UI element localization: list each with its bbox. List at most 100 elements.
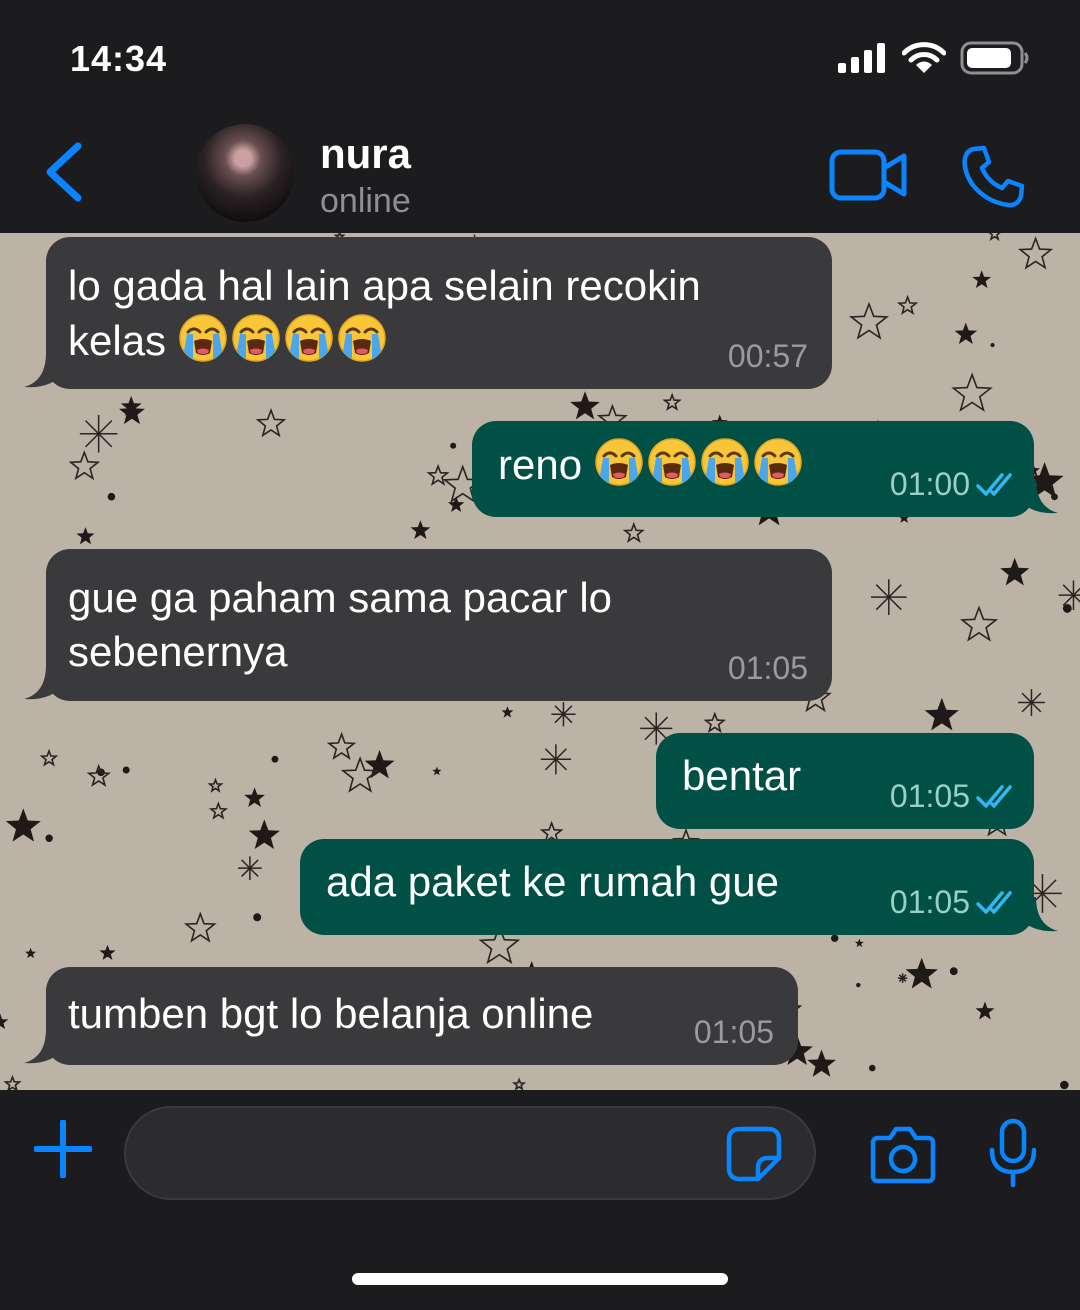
bubble-tail — [24, 353, 64, 388]
loudly-crying-face-emoji — [700, 438, 749, 486]
message-time: 01:05 — [693, 1014, 774, 1050]
wallpaper-star — [988, 233, 1001, 241]
message-text: ada paket ke rumah gue — [326, 858, 779, 905]
wallpaper-star — [954, 322, 978, 344]
wallpaper-star — [662, 392, 682, 411]
message-meta: 01:05 — [890, 778, 1020, 815]
wallpaper-star — [924, 697, 959, 731]
wallpaper-star — [570, 391, 600, 420]
wallpaper-star — [76, 527, 95, 545]
camera-icon[interactable] — [870, 1124, 936, 1184]
wallpaper-star — [68, 450, 101, 481]
message-text: gue ga paham sama pacar lo sebenernya — [68, 574, 613, 675]
wallpaper-star — [868, 1064, 876, 1072]
wallpaper-star — [990, 342, 995, 348]
wallpaper-star — [959, 605, 999, 642]
status-icons — [838, 40, 1030, 76]
bubble-tail — [1018, 897, 1058, 932]
message-bubble-outgoing[interactable]: reno 01:00 — [472, 421, 1058, 517]
double-check-icon — [976, 784, 1012, 808]
message-meta: 01:00 — [890, 466, 1020, 503]
video-call-icon[interactable] — [828, 146, 910, 204]
status-bar: 14:34 — [0, 0, 1080, 110]
contact-status: online — [320, 182, 411, 220]
wallpaper-star — [410, 520, 431, 539]
message-input[interactable] — [124, 1106, 816, 1200]
wallpaper-star — [364, 749, 395, 779]
wallpaper-star — [975, 1001, 995, 1020]
wallpaper-star — [208, 801, 229, 820]
battery-icon — [960, 41, 1029, 75]
loudly-crying-face-emoji — [594, 438, 643, 486]
message-bubble-incoming[interactable]: gue ga paham sama pacar lo sebenernya 01… — [24, 549, 832, 701]
phone-call-icon[interactable] — [960, 144, 1026, 210]
wallpaper-star — [99, 944, 116, 960]
message-time: 01:00 — [889, 466, 970, 502]
status-time: 14:34 — [70, 38, 168, 79]
wallpaper-star — [949, 967, 958, 976]
chat-area[interactable]: lo gada hal lain apa selain recokin kela… — [0, 233, 1080, 1090]
wallpaper-star — [45, 834, 53, 842]
wallpaper-star — [1062, 603, 1072, 613]
wallpaper-star — [426, 463, 450, 486]
contact-avatar[interactable] — [196, 124, 294, 222]
message-meta: 01:05 — [728, 650, 808, 687]
message-bubble-incoming[interactable]: lo gada hal lain apa selain recokin kela… — [24, 237, 832, 389]
loudly-crying-face-emoji — [284, 314, 333, 362]
microphone-icon[interactable] — [988, 1118, 1038, 1188]
loudly-crying-face-emoji — [231, 314, 280, 362]
message-meta: 01:05 — [890, 884, 1020, 921]
wallpaper-star — [551, 702, 576, 727]
wallpaper-star — [3, 1074, 22, 1090]
bubble-tail — [24, 665, 64, 700]
wallpaper-star — [447, 496, 465, 512]
bubble-tail — [1018, 479, 1058, 514]
bubble-tail — [24, 1029, 64, 1064]
wallpaper-star — [896, 294, 919, 315]
cellular-signal-icon — [838, 43, 885, 73]
sticker-icon[interactable] — [726, 1126, 782, 1182]
message-meta: 00:57 — [728, 338, 808, 375]
home-indicator — [352, 1273, 728, 1285]
wallpaper-star — [807, 1049, 836, 1077]
wallpaper-star — [0, 1013, 9, 1030]
message-time: 01:05 — [889, 884, 970, 920]
plus-icon[interactable] — [34, 1120, 92, 1178]
wifi-icon — [902, 42, 946, 73]
wallpaper-star — [79, 414, 118, 453]
message-bubble-outgoing[interactable]: bentar 01:05 — [656, 733, 1034, 829]
wallpaper-star — [326, 731, 357, 760]
wallpaper-star — [1000, 557, 1030, 586]
wallpaper-star — [540, 744, 571, 775]
wallpaper-star — [849, 301, 889, 340]
wallpaper-star — [897, 973, 908, 983]
wallpaper-star — [972, 270, 992, 288]
message-text: tumben bgt lo belanja online — [68, 990, 594, 1037]
wallpaper-star — [856, 982, 861, 988]
message-text: lo gada hal lain apa selain recokin kela… — [68, 262, 701, 364]
wallpaper-star — [1060, 1080, 1069, 1090]
message-meta: 01:05 — [694, 1014, 774, 1051]
wallpaper-star — [207, 777, 224, 793]
contact-name[interactable]: nura — [320, 130, 411, 178]
message-text: reno — [498, 437, 806, 492]
wallpaper-star — [450, 442, 457, 449]
double-check-icon — [976, 890, 1012, 914]
message-input-bar — [0, 1090, 1080, 1310]
wallpaper-star — [951, 372, 993, 412]
wallpaper-star — [25, 947, 37, 959]
wallpaper-star — [271, 755, 279, 763]
back-chevron-icon[interactable] — [40, 140, 90, 204]
wallpaper-star — [1018, 689, 1045, 716]
message-bubble-outgoing[interactable]: ada paket ke rumah gue 01:05 — [300, 839, 1058, 935]
wallpaper-star — [854, 938, 864, 948]
loudly-crying-face-emoji — [337, 314, 386, 362]
loudly-crying-face-emoji — [178, 314, 227, 362]
wallpaper-star — [248, 819, 280, 849]
wallpaper-star — [831, 934, 839, 942]
message-bubble-incoming[interactable]: tumben bgt lo belanja online 01:05 — [24, 967, 798, 1065]
emoji-group — [594, 438, 806, 488]
message-time: 00:57 — [727, 338, 808, 374]
wallpaper-star — [238, 856, 262, 880]
wallpaper-star — [870, 579, 907, 616]
